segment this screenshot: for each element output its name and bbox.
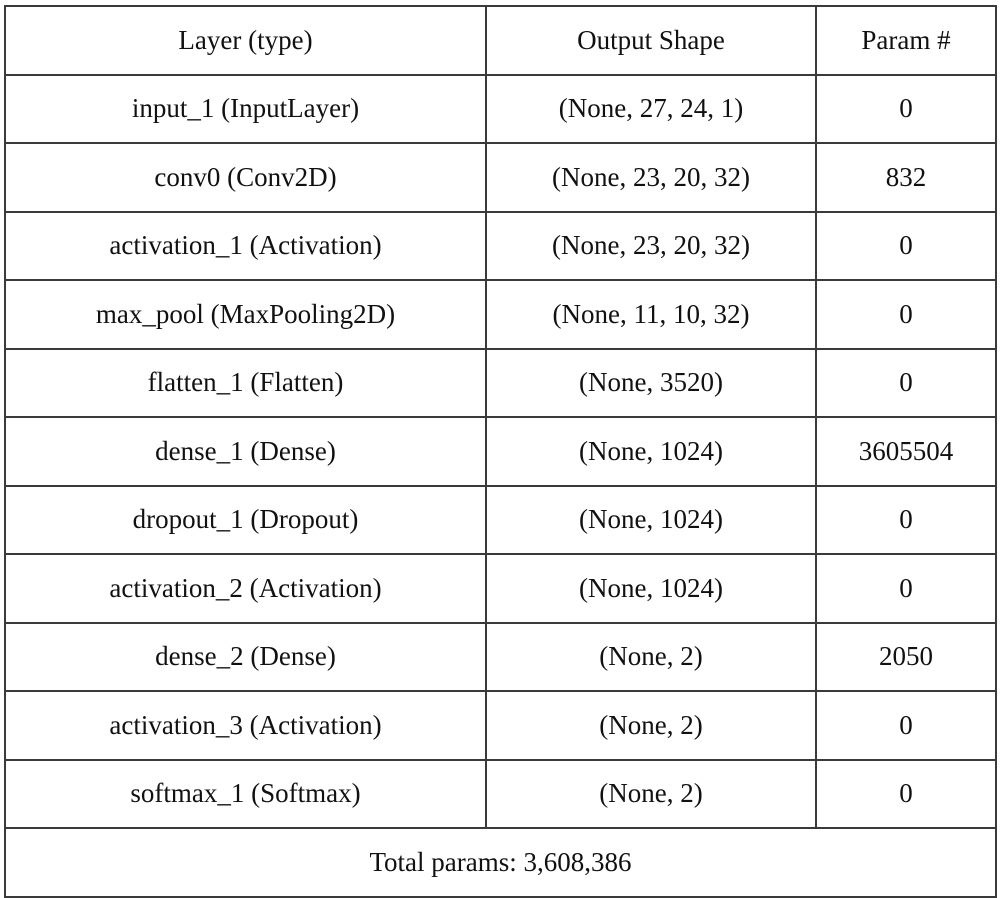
layer-cell: conv0 (Conv2D) bbox=[4, 142, 487, 213]
layer-cell: input_1 (InputLayer) bbox=[4, 73, 487, 144]
output-shape-cell: (None, 1024) bbox=[485, 416, 817, 487]
output-shape-cell: (None, 3520) bbox=[485, 347, 817, 418]
param-count-cell: 0 bbox=[815, 210, 997, 281]
param-count-cell: 3605504 bbox=[815, 416, 997, 487]
output-shape-cell: (None, 1024) bbox=[485, 484, 817, 555]
table-row: activation_3 (Activation) (None, 2) 0 bbox=[4, 690, 997, 761]
table-row: conv0 (Conv2D) (None, 23, 20, 32) 832 bbox=[4, 142, 997, 213]
output-shape-cell: (None, 2) bbox=[485, 758, 817, 829]
table-row: max_pool (MaxPooling2D) (None, 11, 10, 3… bbox=[4, 279, 997, 350]
header-row: Layer (type) Output Shape Param # bbox=[4, 5, 997, 76]
layer-cell: activation_1 (Activation) bbox=[4, 210, 487, 281]
table-row: dense_1 (Dense) (None, 1024) 3605504 bbox=[4, 416, 997, 487]
model-summary-table: Layer (type) Output Shape Param # input_… bbox=[4, 5, 997, 898]
table-row: softmax_1 (Softmax) (None, 2) 0 bbox=[4, 758, 997, 829]
param-count-cell: 0 bbox=[815, 690, 997, 761]
layer-cell: activation_2 (Activation) bbox=[4, 553, 487, 624]
param-count-cell: 0 bbox=[815, 347, 997, 418]
param-count-cell: 0 bbox=[815, 758, 997, 829]
output-shape-cell: (None, 11, 10, 32) bbox=[485, 279, 817, 350]
layer-cell: dense_2 (Dense) bbox=[4, 621, 487, 692]
layer-cell: dropout_1 (Dropout) bbox=[4, 484, 487, 555]
output-shape-cell: (None, 23, 20, 32) bbox=[485, 142, 817, 213]
param-count-cell: 2050 bbox=[815, 621, 997, 692]
param-count-cell: 832 bbox=[815, 142, 997, 213]
total-params: Total params: 3,608,386 bbox=[4, 827, 997, 898]
output-shape-cell: (None, 1024) bbox=[485, 553, 817, 624]
total-params-row: Total params: 3,608,386 bbox=[4, 827, 997, 898]
param-count-cell: 0 bbox=[815, 553, 997, 624]
header-output-shape: Output Shape bbox=[485, 5, 817, 76]
output-shape-cell: (None, 2) bbox=[485, 690, 817, 761]
layer-cell: softmax_1 (Softmax) bbox=[4, 758, 487, 829]
param-count-cell: 0 bbox=[815, 484, 997, 555]
table-row: input_1 (InputLayer) (None, 27, 24, 1) 0 bbox=[4, 73, 997, 144]
layer-cell: dense_1 (Dense) bbox=[4, 416, 487, 487]
param-count-cell: 0 bbox=[815, 73, 997, 144]
table-row: dropout_1 (Dropout) (None, 1024) 0 bbox=[4, 484, 997, 555]
layer-cell: max_pool (MaxPooling2D) bbox=[4, 279, 487, 350]
header-layer-type: Layer (type) bbox=[4, 5, 487, 76]
param-count-cell: 0 bbox=[815, 279, 997, 350]
layer-cell: flatten_1 (Flatten) bbox=[4, 347, 487, 418]
table-row: activation_1 (Activation) (None, 23, 20,… bbox=[4, 210, 997, 281]
output-shape-cell: (None, 23, 20, 32) bbox=[485, 210, 817, 281]
output-shape-cell: (None, 27, 24, 1) bbox=[485, 73, 817, 144]
layer-cell: activation_3 (Activation) bbox=[4, 690, 487, 761]
table-row: flatten_1 (Flatten) (None, 3520) 0 bbox=[4, 347, 997, 418]
header-param-count: Param # bbox=[815, 5, 997, 76]
table-row: activation_2 (Activation) (None, 1024) 0 bbox=[4, 553, 997, 624]
output-shape-cell: (None, 2) bbox=[485, 621, 817, 692]
table-row: dense_2 (Dense) (None, 2) 2050 bbox=[4, 621, 997, 692]
